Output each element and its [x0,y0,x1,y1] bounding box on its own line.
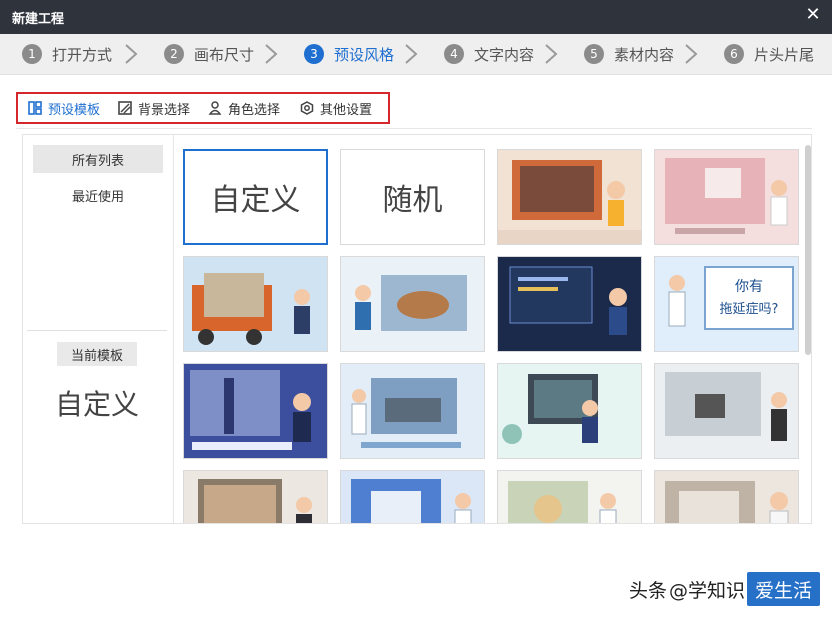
thumbnail-image: 你有 拖延症吗? [655,257,798,351]
person-icon [208,101,222,115]
template-thumbnail[interactable] [183,256,328,352]
watermark-handle-highlight: 爱生活 [746,572,820,606]
step-text-content[interactable]: 4 文字内容 [444,34,534,74]
tab-label: 角色选择 [228,102,281,118]
thumbnail-image [341,257,484,351]
tab-preset-template[interactable]: 预设模板 [28,94,100,122]
thumbnail-image [498,471,641,523]
template-thumbnail[interactable] [654,363,799,459]
step-label: 文字内容 [474,45,535,64]
step-preset-style[interactable]: 3 预设风格 [304,34,394,74]
step-label: 画布尺寸 [194,45,255,64]
template-thumbnail[interactable] [654,470,799,523]
current-template-value: 自定义 [54,388,139,421]
template-thumbnail[interactable] [497,470,642,523]
watermark-handle: @学知识 [668,579,745,602]
template-card-custom[interactable]: 自定义 [183,149,328,245]
template-thumbnail[interactable] [497,256,642,352]
template-thumbnail[interactable] [497,363,642,459]
category-recent[interactable]: 最近使用 [33,181,163,209]
step-number: 5 [584,44,604,64]
thumbnail-image [655,364,798,458]
thumbnail-image [184,364,327,458]
step-open-method[interactable]: 1 打开方式 [22,34,112,74]
tab-label: 背景选择 [138,102,191,118]
tab-label: 其他设置 [320,102,373,118]
template-thumbnail[interactable] [340,470,485,523]
template-thumbnail[interactable] [497,149,642,245]
thumbnail-image [184,257,327,351]
tab-background[interactable]: 背景选择 [118,94,190,122]
title-bar: 新建工程 ✕ [0,0,832,34]
chevron-right-icon [684,43,698,65]
category-sidebar: 所有列表 最近使用 当前模板 自定义 [23,135,174,523]
step-number: 2 [164,44,184,64]
watermark-prefix: 头条 [628,579,667,602]
template-thumbnail[interactable] [340,363,485,459]
chevron-right-icon [404,43,418,65]
divider [16,128,812,129]
template-thumbnail[interactable]: 你有 拖延症吗? [654,256,799,352]
template-icon [28,101,42,115]
step-intro-outro[interactable]: 6 片头片尾 [724,34,814,74]
step-number: 3 [304,44,324,64]
thumbnail-text: 拖延症吗? [720,302,779,317]
tab-character[interactable]: 角色选择 [208,94,280,122]
template-thumbnail[interactable] [340,256,485,352]
template-panel: 所有列表 最近使用 当前模板 自定义 自定义 随机 你有 拖延症吗? [22,134,812,524]
thumbnail-image [341,471,484,523]
thumbnail-image [498,364,641,458]
divider [27,330,167,331]
step-bar: 1 打开方式 2 画布尺寸 3 预设风格 4 文字内容 5 素材内容 6 片头片… [0,34,832,75]
tab-label: 预设模板 [48,102,101,118]
chevron-right-icon [124,43,138,65]
step-label: 素材内容 [614,45,675,64]
thumbnail-text: 你有 [735,279,763,295]
template-grid: 自定义 随机 你有 拖延症吗? [183,149,801,523]
template-thumbnail[interactable] [654,149,799,245]
thumbnail-image [655,150,798,244]
template-card-random[interactable]: 随机 [340,149,485,245]
style-tabs: 预设模板 背景选择 角色选择 其他设置 [16,92,390,124]
step-number: 1 [22,44,42,64]
step-label: 打开方式 [52,45,113,64]
category-all-list[interactable]: 所有列表 [33,145,163,173]
template-thumbnail[interactable] [183,363,328,459]
thumbnail-image [341,364,484,458]
step-number: 4 [444,44,464,64]
background-icon [118,101,132,115]
card-label: 自定义 [210,183,301,218]
thumbnail-image [655,471,798,523]
step-canvas-size[interactable]: 2 画布尺寸 [164,34,254,74]
step-material-content[interactable]: 5 素材内容 [584,34,674,74]
chevron-right-icon [544,43,558,65]
vertical-scrollbar[interactable] [805,145,811,355]
thumbnail-image [498,257,641,351]
thumbnail-image [184,471,327,523]
chevron-right-icon [264,43,278,65]
watermark: 头条 @学知识 爱生活 [629,571,820,607]
settings-icon [300,101,314,115]
card-label: 随机 [382,183,443,218]
window-title: 新建工程 [12,12,65,27]
thumbnail-image [498,150,641,244]
step-label: 片头片尾 [754,45,815,64]
tab-other-settings[interactable]: 其他设置 [300,94,372,122]
close-icon[interactable]: ✕ [804,6,822,24]
template-thumbnail[interactable] [183,470,328,523]
step-number: 6 [724,44,744,64]
step-label: 预设风格 [334,45,395,64]
current-template-label: 当前模板 [57,342,137,366]
